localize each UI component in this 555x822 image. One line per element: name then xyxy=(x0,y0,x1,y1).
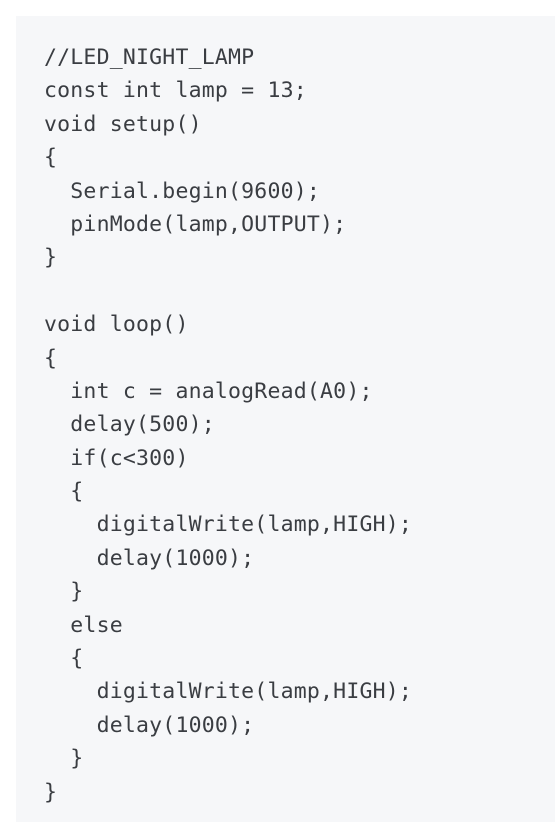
code-line-loop-signature: void loop() xyxy=(44,312,189,338)
code-line-setup-signature: void setup() xyxy=(44,111,202,137)
code-line-setup-close: } xyxy=(44,245,58,271)
code-line-else-open: { xyxy=(44,646,84,672)
code-line-delay-500: delay(500); xyxy=(44,412,215,438)
code-line-analog-read: int c = analogRead(A0); xyxy=(44,378,373,404)
code-line-digital-write-if: digitalWrite(lamp,HIGH); xyxy=(44,512,413,538)
code-block: //LED_NIGHT_LAMPconst int lamp = 13; void… xyxy=(44,41,412,809)
code-line-pinmode: pinMode(lamp,OUTPUT); xyxy=(44,211,347,237)
code-line-if: if(c<300) xyxy=(44,445,189,471)
code-line-serial-begin: Serial.begin(9600); xyxy=(44,178,321,204)
code-line-else: else xyxy=(44,612,123,638)
code-line-if-open: { xyxy=(44,479,84,505)
code-line-setup-open: { xyxy=(44,145,58,171)
code-line-comment: //LED_NIGHT_LAMP xyxy=(44,45,255,70)
code-line-digital-write-else: digitalWrite(lamp,HIGH); xyxy=(44,679,413,705)
code-line-else-close: } xyxy=(44,746,84,772)
code-line-delay-else: delay(1000); xyxy=(44,712,255,738)
code-line-loop-close: } xyxy=(44,779,58,805)
code-panel: //LED_NIGHT_LAMPconst int lamp = 13; void… xyxy=(16,16,555,822)
code-line-loop-open: { xyxy=(44,345,58,371)
code-line-if-close: } xyxy=(44,579,84,605)
code-line-delay-if: delay(1000); xyxy=(44,545,255,571)
code-line-const: const int lamp = 13; xyxy=(44,78,307,104)
